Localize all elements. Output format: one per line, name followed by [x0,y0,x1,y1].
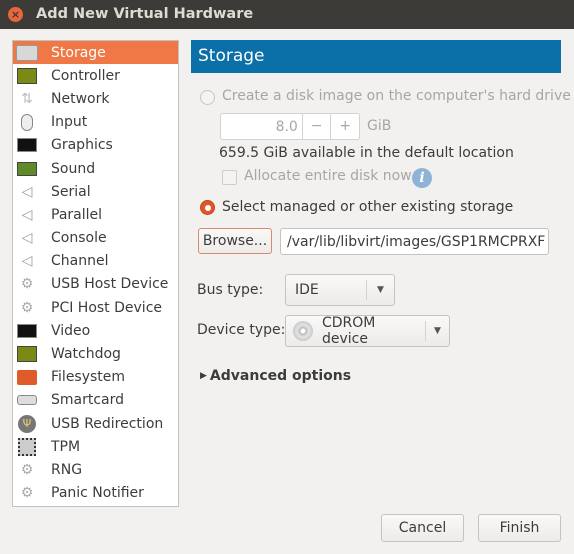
sidebar-item-tpm[interactable]: TPM [13,435,178,458]
section-header: Storage [191,40,561,73]
sidebar-item-label: Smartcard [51,392,125,409]
sidebar-item-label: TPM [51,438,81,455]
create-disk-label: Create a disk image on the computer's ha… [222,88,571,104]
sidebar-item-sound[interactable]: Sound [13,157,178,180]
sidebar-item-label: Panic Notifier [51,485,144,502]
console-connector-icon: ◁ [21,230,33,247]
disk-size-input[interactable]: 8.0 [221,119,302,135]
sidebar-item-label: PCI Host Device [51,299,163,316]
sidebar-item-label: Graphics [51,137,113,154]
increment-button[interactable]: + [330,114,359,139]
allocate-label: Allocate entire disk now [244,168,412,184]
device-type-value: CDROM device [322,315,376,347]
select-storage-radio[interactable] [200,200,215,215]
sidebar-item-panic-notifier[interactable]: ⚙ Panic Notifier [13,482,178,505]
pci-card-icon [16,345,38,363]
device-type-select[interactable]: CDROM device ▼ [285,315,450,347]
close-icon[interactable]: × [8,7,23,22]
title-bar: × Add New Virtual Hardware [0,0,574,29]
sidebar-item-label: Storage [51,44,106,61]
device-type-label: Device type: [197,322,286,338]
sidebar-item-network[interactable]: ⇅ Network [13,87,178,110]
sidebar-item-label: Network [51,90,110,107]
sound-card-icon [16,160,38,178]
sidebar-item-graphics[interactable]: Graphics [13,134,178,157]
cancel-label: Cancel [398,520,447,536]
sidebar-item-label: Console [51,230,107,247]
sidebar-item-watchdog[interactable]: Watchdog [13,342,178,365]
sidebar-item-label: Serial [51,183,91,200]
hardware-list[interactable]: Storage Controller ⇅ Network Input Graphics So… [12,40,179,507]
sidebar-item-label: RNG [51,461,83,478]
serial-connector-icon: ◁ [21,183,33,200]
channel-connector-icon: ◁ [21,253,33,270]
sidebar-item-input[interactable]: Input [13,111,178,134]
sidebar-item-video[interactable]: Video [13,319,178,342]
create-disk-radio[interactable] [200,90,215,105]
sidebar-item-parallel[interactable]: ◁ Parallel [13,203,178,226]
sidebar-item-label: USB Redirection [51,415,164,432]
pci-card-icon [16,67,38,85]
sidebar-item-usb-host-device[interactable]: ⚙ USB Host Device [13,273,178,296]
sidebar-item-storage[interactable]: Storage [13,41,178,65]
chevron-down-icon: ▼ [425,321,449,341]
gears-icon: ⚙ [20,461,34,478]
advanced-options-expander[interactable]: ▶ Advanced options [200,368,351,384]
sidebar-item-label: Watchdog [51,346,121,363]
folder-icon [16,368,38,386]
gears-icon: ⚙ [20,299,34,316]
sidebar-item-label: Filesystem [51,369,126,386]
sidebar-item-label: Sound [51,160,96,177]
chip-icon [16,437,38,456]
bus-type-value: IDE [295,282,319,298]
gears-icon: ⚙ [20,276,34,293]
available-space: 659.5 GiB available in the default locat… [219,145,514,161]
sidebar-item-label: Video [51,322,91,339]
info-icon[interactable]: i [412,168,432,188]
sidebar-item-label: USB Host Device [51,276,169,293]
storage-path-input[interactable]: /var/lib/libvirt/images/GSP1RMCPRXF [280,228,549,255]
finish-label: Finish [499,520,540,536]
mouse-icon [16,113,38,131]
sidebar-item-label: Parallel [51,206,103,223]
browse-button[interactable]: Browse... [198,228,272,254]
browse-label: Browse... [202,233,268,249]
sidebar-item-label: Input [51,114,88,131]
sidebar-item-label: Controller [51,67,120,84]
finish-button[interactable]: Finish [478,514,561,542]
sidebar-item-serial[interactable]: ◁ Serial [13,180,178,203]
cdrom-icon [293,321,313,341]
window-title: Add New Virtual Hardware [36,6,254,22]
sidebar-item-usb-redirection[interactable]: Ψ USB Redirection [13,412,178,435]
sidebar-item-controller[interactable]: Controller [13,64,178,87]
network-arrows-icon: ⇅ [21,90,33,107]
smartcard-reader-icon [16,391,38,409]
sidebar-item-smartcard[interactable]: Smartcard [13,389,178,412]
allocate-checkbox[interactable] [222,170,237,185]
expander-arrow-icon: ▶ [200,371,207,381]
chevron-down-icon: ▼ [366,280,394,300]
monitor-icon [16,322,38,340]
storage-path-value: /var/lib/libvirt/images/GSP1RMCPRXF [287,233,546,250]
sidebar-item-label: Channel [51,253,109,270]
cancel-button[interactable]: Cancel [381,514,464,542]
usb-icon: Ψ [16,414,38,433]
sidebar-item-console[interactable]: ◁ Console [13,227,178,250]
bus-type-label: Bus type: [197,282,264,298]
decrement-button[interactable]: − [301,114,331,139]
gears-icon: ⚙ [20,485,34,502]
harddisk-icon [16,44,38,62]
advanced-options-label: Advanced options [209,368,352,384]
sidebar-item-pci-host-device[interactable]: ⚙ PCI Host Device [13,296,178,319]
sidebar-item-filesystem[interactable]: Filesystem [13,366,178,389]
size-unit: GiB [367,118,392,134]
sidebar-item-channel[interactable]: ◁ Channel [13,250,178,273]
select-storage-label: Select managed or other existing storage [222,199,514,215]
parallel-connector-icon: ◁ [21,206,33,223]
monitor-icon [16,136,38,154]
bus-type-select[interactable]: IDE ▼ [285,274,395,306]
sidebar-item-rng[interactable]: ⚙ RNG [13,458,178,481]
